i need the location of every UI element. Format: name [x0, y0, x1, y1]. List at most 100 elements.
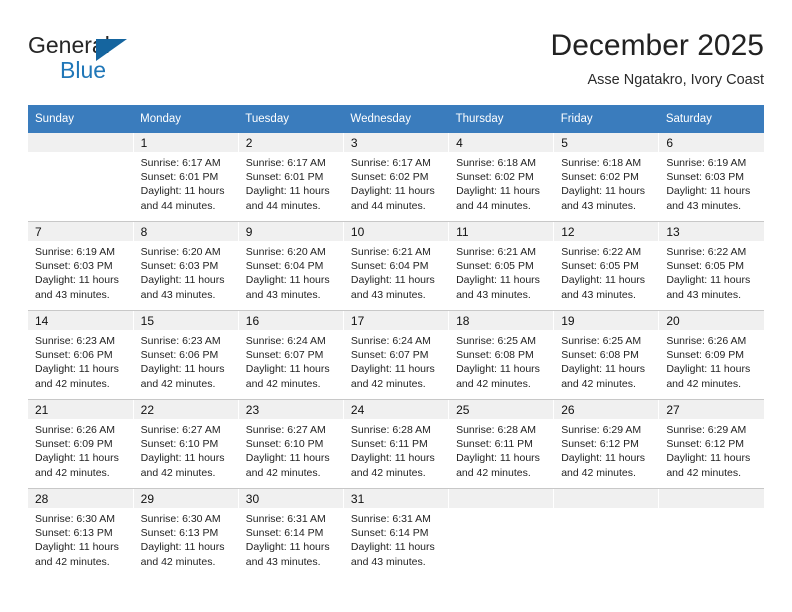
- day-details: Sunrise: 6:31 AM Sunset: 6:14 PM Daylight:…: [344, 508, 448, 569]
- daylight-text-line1: Daylight: 11 hours: [140, 363, 225, 376]
- weekday-header-monday: Monday: [133, 105, 239, 133]
- daylight-text-line2: and 42 minutes.: [666, 377, 742, 390]
- calendar-day-cell[interactable]: 12 Sunrise: 6:22 AM Sunset: 6:05 PM Dayligh…: [553, 221, 660, 311]
- day-number-band: 11: [449, 222, 554, 241]
- calendar-day-cell[interactable]: 11 Sunrise: 6:21 AM Sunset: 6:05 PM Dayligh…: [448, 221, 555, 311]
- daylight-text-line2: and 44 minutes.: [456, 199, 531, 212]
- calendar-day-cell[interactable]: 18 Sunrise: 6:25 AM Sunset: 6:08 PM Dayligh…: [448, 310, 555, 400]
- day-number-band: 6: [659, 133, 764, 152]
- day-details: Sunrise: 6:26 AM Sunset: 6:09 PM Daylight:…: [659, 330, 764, 391]
- daylight-text-line1: Daylight: 11 hours: [350, 274, 435, 287]
- day-number: 18: [456, 314, 470, 328]
- day-details: Sunrise: 6:19 AM Sunset: 6:03 PM Daylight:…: [28, 241, 133, 302]
- daylight-text-line1: Daylight: 11 hours: [666, 274, 751, 287]
- daylight-text-line2: and 42 minutes.: [561, 466, 636, 479]
- day-details: Sunrise: 6:20 AM Sunset: 6:03 PM Daylight:…: [134, 241, 238, 302]
- sunset-text: Sunset: 6:05 PM: [456, 260, 534, 273]
- day-details: Sunrise: 6:17 AM Sunset: 6:01 PM Daylight:…: [134, 152, 238, 213]
- daylight-text-line2: and 42 minutes.: [666, 466, 742, 479]
- calendar-day-cell[interactable]: 5 Sunrise: 6:18 AM Sunset: 6:02 PM Daylight…: [553, 133, 660, 222]
- calendar-day-cell[interactable]: 16 Sunrise: 6:24 AM Sunset: 6:07 PM Dayligh…: [238, 310, 344, 400]
- calendar-day-cell[interactable]: 2 Sunrise: 6:17 AM Sunset: 6:01 PM Daylight…: [238, 133, 344, 222]
- daylight-text-line1: Daylight: 11 hours: [245, 363, 330, 376]
- day-details: Sunrise: 6:29 AM Sunset: 6:12 PM Daylight:…: [554, 419, 658, 480]
- daylight-text-line1: Daylight: 11 hours: [245, 452, 330, 465]
- day-number: 27: [666, 403, 680, 417]
- title-block: December 2025 Asse Ngatakro, Ivory Coast: [551, 28, 764, 91]
- day-details: Sunrise: 6:17 AM Sunset: 6:01 PM Daylight:…: [239, 152, 343, 213]
- calendar-day-cell[interactable]: 27 Sunrise: 6:29 AM Sunset: 6:12 PM Dayligh…: [658, 399, 764, 489]
- calendar-week-row: 28 Sunrise: 6:30 AM Sunset: 6:13 PM Dayligh…: [28, 488, 764, 577]
- calendar-day-cell[interactable]: 6 Sunrise: 6:19 AM Sunset: 6:03 PM Daylight…: [658, 133, 764, 222]
- day-details: [554, 508, 658, 512]
- sunset-text: Sunset: 6:14 PM: [245, 527, 324, 540]
- sunrise-text: Sunrise: 6:18 AM: [456, 157, 537, 169]
- sunset-text: Sunset: 6:04 PM: [245, 260, 324, 273]
- day-details: Sunrise: 6:22 AM Sunset: 6:05 PM Daylight:…: [659, 241, 764, 302]
- daylight-text-line1: Daylight: 11 hours: [350, 541, 435, 554]
- calendar-day-cell[interactable]: 28 Sunrise: 6:30 AM Sunset: 6:13 PM Dayligh…: [28, 488, 134, 577]
- calendar-day-cell[interactable]: 10 Sunrise: 6:21 AM Sunset: 6:04 PM Dayligh…: [343, 221, 450, 311]
- day-number: 16: [245, 314, 260, 328]
- calendar-day-cell[interactable]: 20 Sunrise: 6:26 AM Sunset: 6:09 PM Dayligh…: [658, 310, 764, 400]
- day-details: Sunrise: 6:27 AM Sunset: 6:10 PM Daylight:…: [239, 419, 343, 480]
- calendar-day-cell[interactable]: 14 Sunrise: 6:23 AM Sunset: 6:06 PM Dayligh…: [28, 310, 134, 400]
- calendar-day-cell[interactable]: 1 Sunrise: 6:17 AM Sunset: 6:01 PM Daylight…: [133, 133, 239, 222]
- calendar-day-cell[interactable]: 24 Sunrise: 6:28 AM Sunset: 6:11 PM Dayligh…: [343, 399, 450, 489]
- daylight-text-line1: Daylight: 11 hours: [666, 452, 751, 465]
- day-details: Sunrise: 6:29 AM Sunset: 6:12 PM Daylight:…: [659, 419, 764, 480]
- day-number-band: 27: [659, 400, 764, 419]
- calendar-day-cell[interactable]: 7 Sunrise: 6:19 AM Sunset: 6:03 PM Daylight…: [28, 221, 134, 311]
- daylight-text-line1: Daylight: 11 hours: [456, 274, 540, 287]
- sunset-text: Sunset: 6:01 PM: [140, 171, 219, 184]
- day-details: Sunrise: 6:21 AM Sunset: 6:04 PM Daylight:…: [344, 241, 448, 302]
- sunset-text: Sunset: 6:03 PM: [140, 260, 219, 273]
- calendar-day-cell[interactable]: 13 Sunrise: 6:22 AM Sunset: 6:05 PM Dayligh…: [658, 221, 764, 311]
- day-number-band: 9: [238, 222, 343, 241]
- calendar-day-cell[interactable]: 3 Sunrise: 6:17 AM Sunset: 6:02 PM Daylight…: [343, 133, 450, 222]
- daylight-text-line1: Daylight: 11 hours: [561, 363, 646, 376]
- calendar-day-cell[interactable]: 15 Sunrise: 6:23 AM Sunset: 6:06 PM Dayligh…: [133, 310, 239, 400]
- calendar-day-cell[interactable]: 21 Sunrise: 6:26 AM Sunset: 6:09 PM Dayligh…: [28, 399, 134, 489]
- calendar-day-cell[interactable]: 8 Sunrise: 6:20 AM Sunset: 6:03 PM Daylight…: [133, 221, 239, 311]
- day-details: Sunrise: 6:20 AM Sunset: 6:04 PM Daylight:…: [239, 241, 343, 302]
- day-number: 31: [350, 492, 365, 506]
- sunrise-text: Sunrise: 6:24 AM: [350, 335, 431, 347]
- daylight-text-line2: and 43 minutes.: [245, 555, 321, 568]
- sunrise-text: Sunrise: 6:19 AM: [666, 157, 747, 169]
- calendar-day-cell[interactable]: 4 Sunrise: 6:18 AM Sunset: 6:02 PM Daylight…: [448, 133, 555, 222]
- calendar-day-cell[interactable]: 19 Sunrise: 6:25 AM Sunset: 6:08 PM Dayligh…: [553, 310, 660, 400]
- sunset-text: Sunset: 6:03 PM: [35, 260, 113, 273]
- calendar-day-cell[interactable]: 29 Sunrise: 6:30 AM Sunset: 6:13 PM Dayligh…: [133, 488, 239, 577]
- calendar-day-cell[interactable]: 30 Sunrise: 6:31 AM Sunset: 6:14 PM Dayligh…: [238, 488, 344, 577]
- sunset-text: Sunset: 6:05 PM: [666, 260, 744, 273]
- weekday-header-saturday: Saturday: [658, 105, 764, 133]
- general-blue-logo[interactable]: General Blue: [28, 32, 148, 88]
- day-details: Sunrise: 6:27 AM Sunset: 6:10 PM Daylight:…: [134, 419, 238, 480]
- calendar-day-cell[interactable]: 25 Sunrise: 6:28 AM Sunset: 6:11 PM Dayligh…: [448, 399, 555, 489]
- daylight-text-line2: and 43 minutes.: [245, 288, 321, 301]
- day-number-band: 3: [343, 133, 449, 152]
- calendar-day-cell[interactable]: 17 Sunrise: 6:24 AM Sunset: 6:07 PM Dayligh…: [343, 310, 450, 400]
- day-number-band: 8: [133, 222, 238, 241]
- sunrise-text: Sunrise: 6:25 AM: [456, 335, 537, 347]
- calendar-week-row: 14 Sunrise: 6:23 AM Sunset: 6:06 PM Dayligh…: [28, 310, 764, 400]
- day-number: 8: [140, 225, 148, 239]
- calendar-day-cell[interactable]: 9 Sunrise: 6:20 AM Sunset: 6:04 PM Daylight…: [238, 221, 344, 311]
- day-details: [449, 508, 553, 512]
- daylight-text-line2: and 42 minutes.: [350, 377, 426, 390]
- calendar-day-cell[interactable]: 26 Sunrise: 6:29 AM Sunset: 6:12 PM Dayligh…: [553, 399, 660, 489]
- sunrise-text: Sunrise: 6:26 AM: [35, 424, 115, 436]
- calendar-header-row: Sunday Monday Tuesday Wednesday Thursday Frid…: [28, 105, 764, 133]
- day-number-band: 18: [449, 311, 554, 330]
- day-number-band: [449, 489, 554, 508]
- calendar-day-cell[interactable]: 22 Sunrise: 6:27 AM Sunset: 6:10 PM Dayligh…: [133, 399, 239, 489]
- sunrise-text: Sunrise: 6:17 AM: [350, 157, 431, 169]
- calendar-day-cell[interactable]: 23 Sunrise: 6:27 AM Sunset: 6:10 PM Dayligh…: [238, 399, 344, 489]
- day-number-band: [659, 489, 764, 508]
- daylight-text-line1: Daylight: 11 hours: [350, 363, 435, 376]
- day-details: Sunrise: 6:21 AM Sunset: 6:05 PM Daylight:…: [449, 241, 553, 302]
- calendar-day-cell[interactable]: 31 Sunrise: 6:31 AM Sunset: 6:14 PM Dayligh…: [343, 488, 450, 577]
- sunset-text: Sunset: 6:01 PM: [245, 171, 324, 184]
- day-number: 20: [666, 314, 680, 328]
